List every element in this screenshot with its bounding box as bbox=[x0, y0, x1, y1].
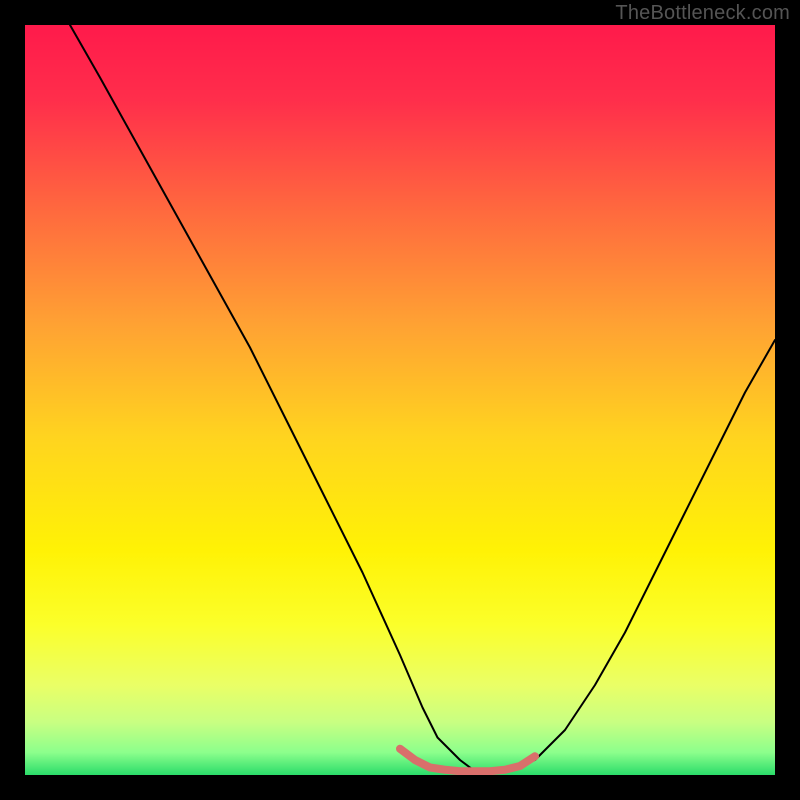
curve-overlay bbox=[25, 25, 775, 775]
plot-area bbox=[25, 25, 775, 775]
optimal-region bbox=[400, 749, 535, 772]
bottleneck-curve bbox=[70, 25, 775, 771]
chart-frame: TheBottleneck.com bbox=[0, 0, 800, 800]
attribution-text: TheBottleneck.com bbox=[615, 2, 790, 25]
